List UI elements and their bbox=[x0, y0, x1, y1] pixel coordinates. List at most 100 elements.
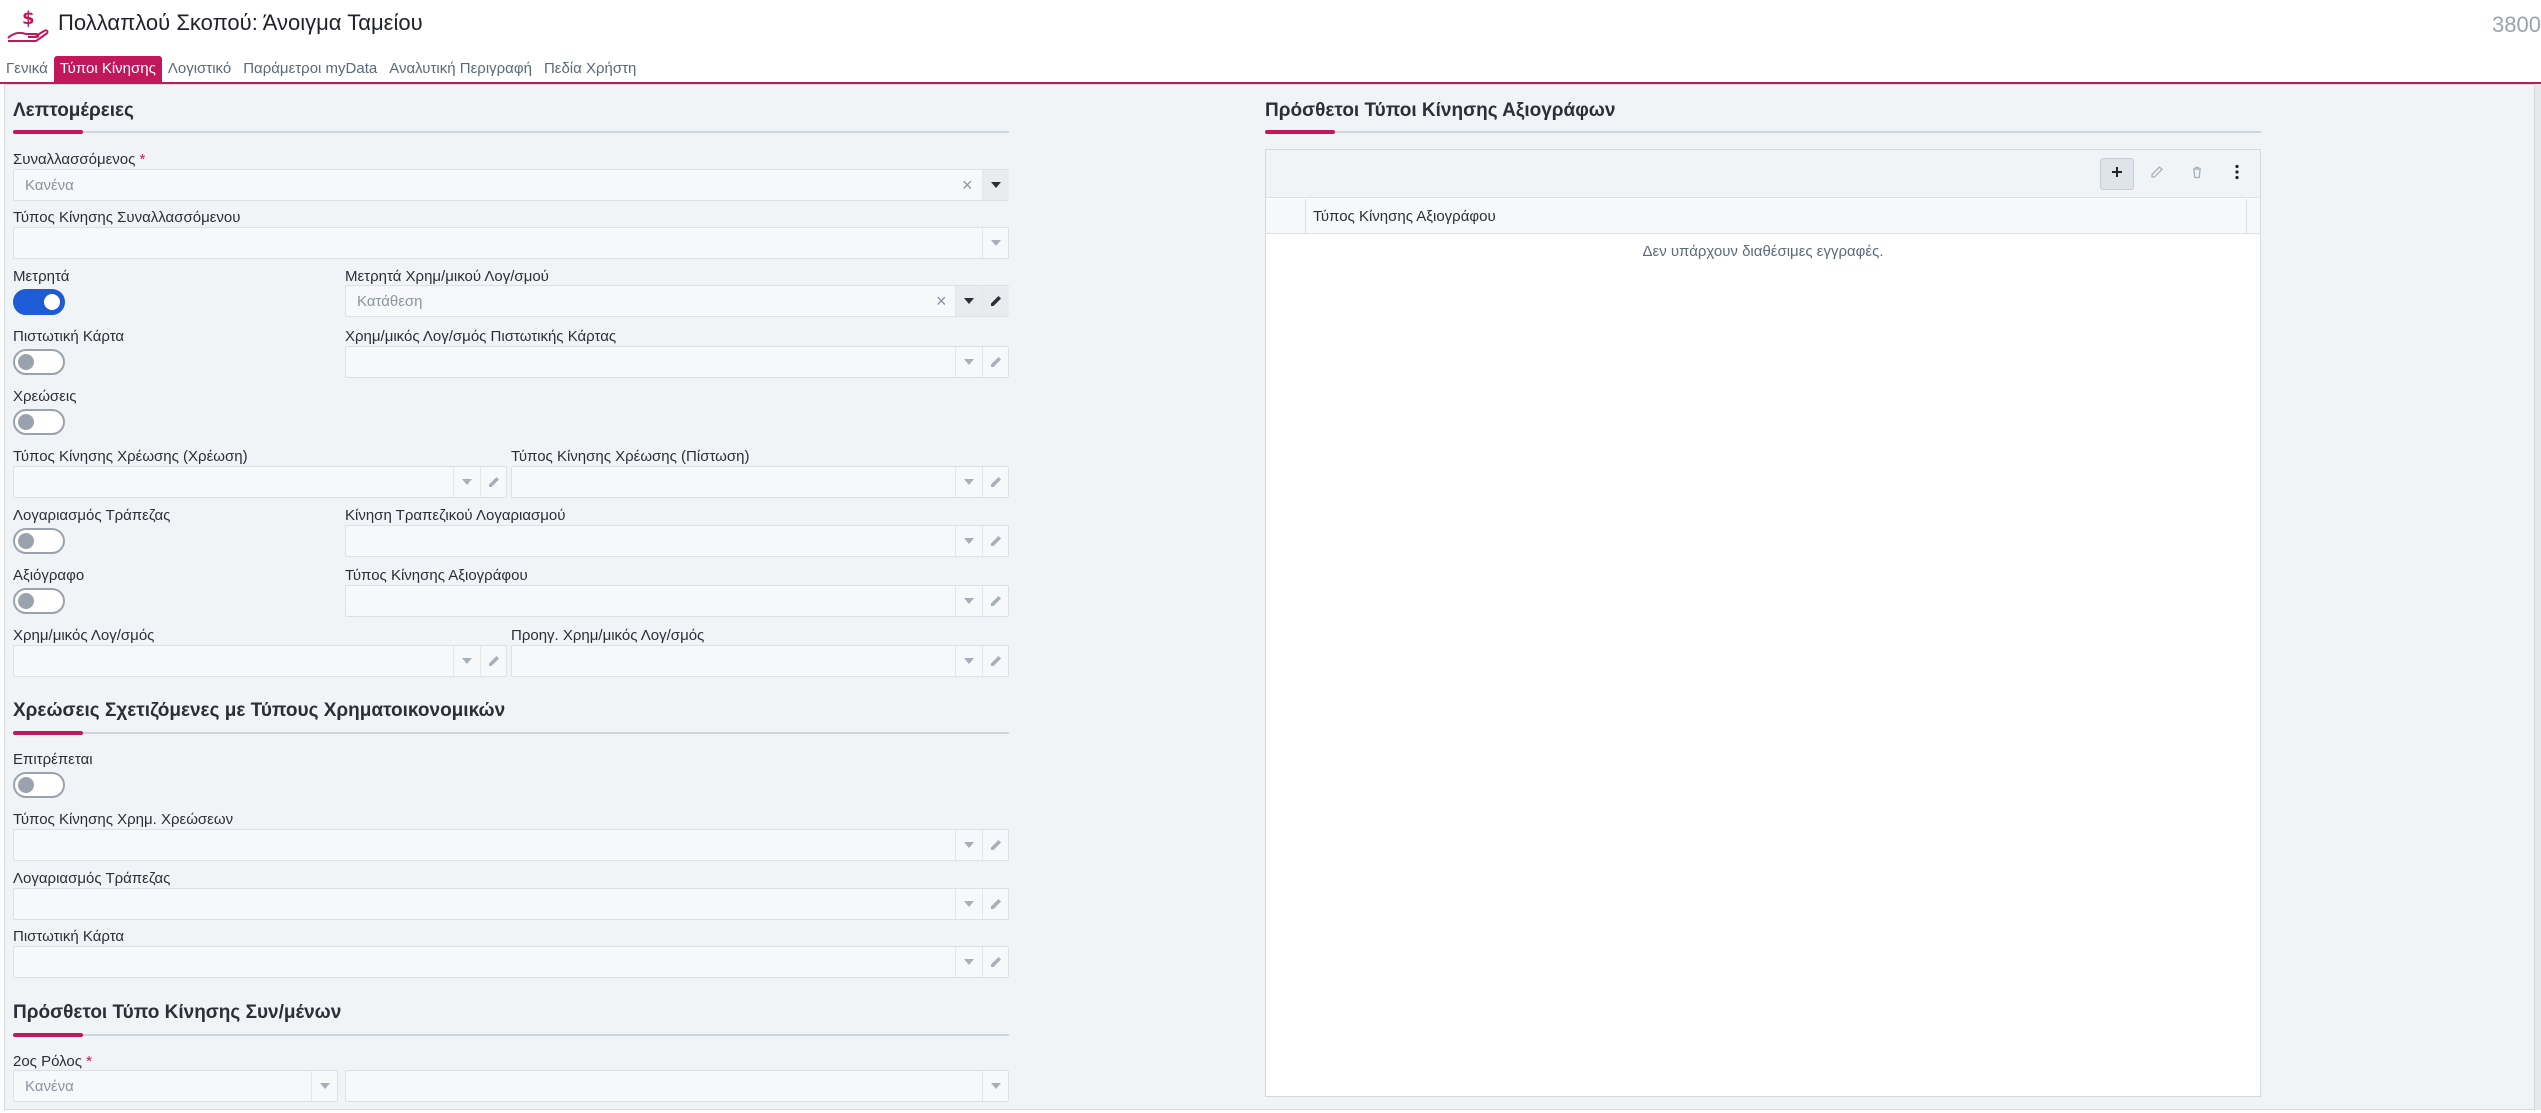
add-button[interactable] bbox=[2100, 158, 2134, 190]
tab-mydata-parameters[interactable]: Παράμετροι myData bbox=[237, 56, 383, 82]
chevron-down-icon[interactable] bbox=[982, 228, 1009, 258]
charge-debit-select[interactable] bbox=[13, 466, 507, 498]
pencil-icon[interactable] bbox=[480, 646, 507, 676]
credit-card-label: Πιστωτική Κάρτα bbox=[13, 328, 125, 345]
pencil-icon[interactable] bbox=[982, 586, 1009, 616]
bank-account-toggle[interactable] bbox=[13, 528, 65, 554]
chevron-down-icon[interactable] bbox=[311, 1071, 338, 1101]
tab-bar: Γενικά Τύποι Κίνησης Λογιστικό Παράμετρο… bbox=[0, 56, 642, 82]
trash-icon bbox=[2190, 165, 2204, 184]
column-divider bbox=[2246, 199, 2247, 234]
security-type-select[interactable] bbox=[345, 585, 1009, 617]
more-vertical-icon bbox=[2234, 164, 2240, 185]
chevron-down-icon[interactable] bbox=[955, 646, 982, 676]
header-bar: $ Πολλαπλού Σκοπού: Άνοιγμα Ταμείου 3800 bbox=[0, 0, 2541, 50]
tab-movement-types[interactable]: Τύποι Κίνησης bbox=[53, 56, 162, 82]
tab-general[interactable]: Γενικά bbox=[0, 56, 54, 82]
chevron-down-icon[interactable] bbox=[955, 586, 982, 616]
bank-movement-select[interactable] bbox=[345, 525, 1009, 557]
charge-debit-label: Τύπος Κίνησης Χρέωσης (Χρέωση) bbox=[13, 448, 248, 465]
chevron-down-icon[interactable] bbox=[955, 526, 982, 556]
vertical-scrollbar[interactable] bbox=[2535, 84, 2541, 1110]
fin-account-select[interactable] bbox=[13, 645, 507, 677]
charges-bank-account-label: Λογαριασμός Τράπεζας bbox=[13, 870, 171, 887]
counterparty-select[interactable]: Κανένα × bbox=[13, 169, 1009, 201]
pencil-icon[interactable] bbox=[982, 889, 1009, 919]
security-toggle[interactable] bbox=[13, 588, 65, 614]
charge-credit-select[interactable] bbox=[511, 466, 1009, 498]
record-number: 3800 bbox=[2492, 12, 2541, 37]
grid-toolbar bbox=[1266, 150, 2260, 198]
edit-button[interactable] bbox=[2140, 158, 2174, 190]
select-all-cell[interactable] bbox=[1266, 199, 1306, 234]
cash-toggle[interactable] bbox=[13, 289, 65, 315]
counterparty-type-select[interactable] bbox=[13, 227, 1009, 259]
prev-fin-account-select[interactable] bbox=[511, 645, 1009, 677]
second-role-detail-select[interactable] bbox=[345, 1070, 1009, 1102]
clear-icon[interactable]: × bbox=[936, 291, 947, 312]
security-label: Αξιόγραφο bbox=[13, 567, 85, 584]
chevron-down-icon[interactable] bbox=[982, 170, 1009, 200]
plus-icon bbox=[2110, 165, 2124, 184]
tab-user-fields[interactable]: Πεδία Χρήστη bbox=[538, 56, 642, 82]
pencil-icon[interactable] bbox=[982, 947, 1009, 977]
allowed-toggle[interactable] bbox=[13, 772, 65, 798]
page-title: Πολλαπλού Σκοπού: Άνοιγμα Ταμείου bbox=[58, 10, 423, 35]
second-role-label: 2ος Ρόλος * bbox=[13, 1053, 93, 1070]
money-hand-icon: $ bbox=[6, 8, 50, 44]
security-type-label: Τύπος Κίνησης Αξιογράφου bbox=[345, 567, 528, 584]
fin-charge-type-select[interactable] bbox=[13, 829, 1009, 861]
tab-accounting[interactable]: Λογιστικό bbox=[162, 56, 237, 82]
chevron-down-icon[interactable] bbox=[982, 1071, 1009, 1101]
charges-bank-account-select[interactable] bbox=[13, 888, 1009, 920]
pencil-icon bbox=[2150, 165, 2164, 184]
section-title-extra-counterparty: Πρόσθετοι Τύπο Κίνησης Συν/μένων bbox=[13, 1002, 342, 1023]
empty-state-text: Δεν υπάρχουν διαθέσιμες εγγραφές. bbox=[1642, 243, 1884, 260]
section-title-financial-charges: Χρεώσεις Σχετιζόμενες με Τύπους Χρηματοι… bbox=[13, 700, 506, 721]
section-divider bbox=[13, 130, 1009, 134]
delete-button[interactable] bbox=[2180, 158, 2214, 190]
cash-account-value: Κατάθεση bbox=[357, 293, 423, 310]
chevron-down-icon[interactable] bbox=[955, 889, 982, 919]
grid-header-row: Τύπος Κίνησης Αξιογράφου bbox=[1266, 199, 2260, 234]
svg-text:$: $ bbox=[22, 8, 35, 29]
section-divider bbox=[13, 731, 1009, 735]
chevron-down-icon[interactable] bbox=[955, 347, 982, 377]
chevron-down-icon[interactable] bbox=[955, 286, 982, 316]
chevron-down-icon[interactable] bbox=[453, 646, 480, 676]
second-role-select[interactable]: Κανένα bbox=[13, 1070, 338, 1102]
chevron-down-icon[interactable] bbox=[955, 947, 982, 977]
prev-fin-account-label: Προηγ. Χρημ/μικός Λογ/σμός bbox=[511, 627, 705, 644]
tab-detailed-description[interactable]: Αναλυτική Περιγραφή bbox=[383, 56, 538, 82]
column-header-security-type[interactable]: Τύπος Κίνησης Αξιογράφου bbox=[1313, 208, 1496, 225]
more-options-button[interactable] bbox=[2220, 158, 2254, 190]
section-title-details: Λεπτομέρειες bbox=[13, 100, 134, 121]
bank-account-label: Λογαριασμός Τράπεζας bbox=[13, 507, 171, 524]
counterparty-type-label: Τύπος Κίνησης Συναλλασσόμενου bbox=[13, 209, 241, 226]
pencil-icon[interactable] bbox=[982, 286, 1009, 316]
pencil-icon[interactable] bbox=[480, 467, 507, 497]
pencil-icon[interactable] bbox=[982, 646, 1009, 676]
pencil-icon[interactable] bbox=[982, 467, 1009, 497]
fin-charge-type-label: Τύπος Κίνησης Χρημ. Χρεώσεων bbox=[13, 811, 234, 828]
cash-account-label: Μετρητά Χρημ/μικού Λογ/σμού bbox=[345, 268, 549, 285]
chevron-down-icon[interactable] bbox=[453, 467, 480, 497]
chevron-down-icon[interactable] bbox=[955, 830, 982, 860]
pencil-icon[interactable] bbox=[982, 347, 1009, 377]
charges-label: Χρεώσεις bbox=[13, 388, 77, 405]
pencil-icon[interactable] bbox=[982, 526, 1009, 556]
credit-card-account-select[interactable] bbox=[345, 346, 1009, 378]
charges-credit-card-label: Πιστωτική Κάρτα bbox=[13, 928, 125, 945]
credit-card-account-label: Χρημ/μικός Λογ/σμός Πιστωτικής Κάρτας bbox=[345, 328, 617, 345]
second-role-value: Κανένα bbox=[25, 1078, 74, 1095]
charges-credit-card-select[interactable] bbox=[13, 946, 1009, 978]
credit-card-toggle[interactable] bbox=[13, 349, 65, 375]
section-title-securities: Πρόσθετοι Τύποι Κίνησης Αξιογράφων bbox=[1265, 100, 1616, 121]
cash-account-select[interactable]: Κατάθεση × bbox=[345, 285, 1009, 317]
charges-toggle[interactable] bbox=[13, 409, 65, 435]
section-divider bbox=[1265, 130, 2261, 134]
chevron-down-icon[interactable] bbox=[955, 467, 982, 497]
clear-icon[interactable]: × bbox=[962, 175, 973, 196]
fin-account-label: Χρημ/μικός Λογ/σμός bbox=[13, 627, 155, 644]
pencil-icon[interactable] bbox=[982, 830, 1009, 860]
